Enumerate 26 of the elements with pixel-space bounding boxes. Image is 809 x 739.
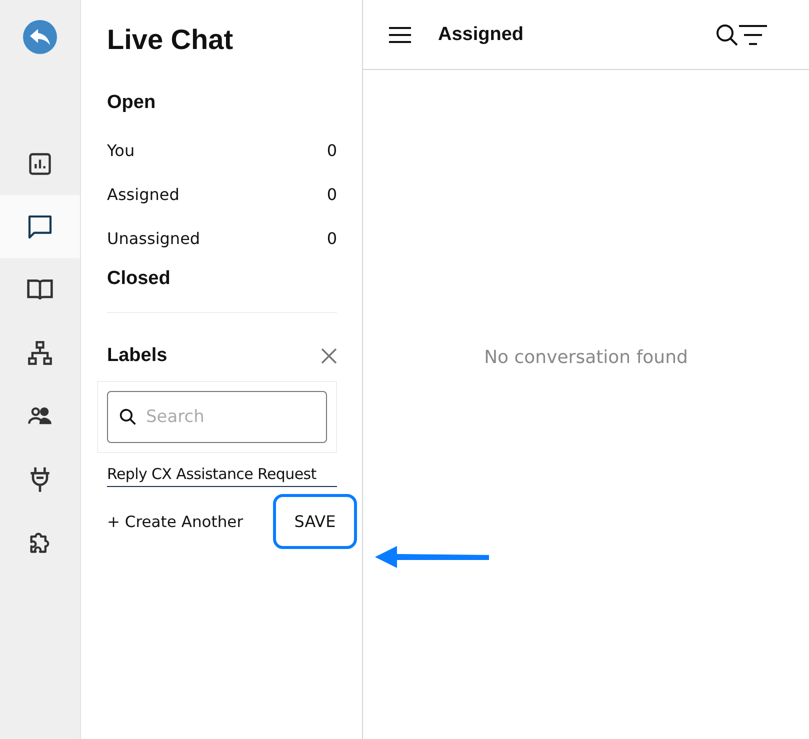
section-heading: Closed (107, 268, 172, 290)
item-count: 0 (326, 140, 337, 160)
view-title: Assigned (438, 24, 524, 46)
save-button[interactable]: SAVE (273, 494, 357, 549)
reply-logo-icon[interactable] (23, 20, 57, 54)
close-icon[interactable] (321, 348, 337, 364)
menu-icon[interactable] (389, 26, 411, 42)
search-icon (119, 408, 137, 426)
hierarchy-icon (27, 340, 53, 366)
empty-message: No conversation found (484, 347, 688, 368)
label-input-field[interactable]: Reply CX Assistance Request (107, 465, 337, 487)
chat-nav-item[interactable] (0, 195, 80, 258)
create-another-link[interactable]: + Create Another (107, 512, 244, 530)
section-heading: Open (107, 92, 157, 114)
section-heading: Labels (107, 345, 168, 367)
bar-chart-icon (27, 150, 53, 176)
item-count: 0 (326, 228, 337, 248)
filter-item[interactable]: Assigned (107, 184, 180, 204)
panel-title: Live Chat (107, 24, 234, 56)
filter-item[interactable]: You (107, 140, 135, 160)
filter-item[interactable]: Unassigned (107, 228, 200, 248)
search-icon[interactable] (715, 22, 739, 46)
chat-bubble-icon (26, 212, 54, 240)
search-field[interactable]: Search (107, 391, 327, 443)
filter-icon[interactable] (739, 24, 767, 44)
item-count: 0 (326, 184, 337, 204)
